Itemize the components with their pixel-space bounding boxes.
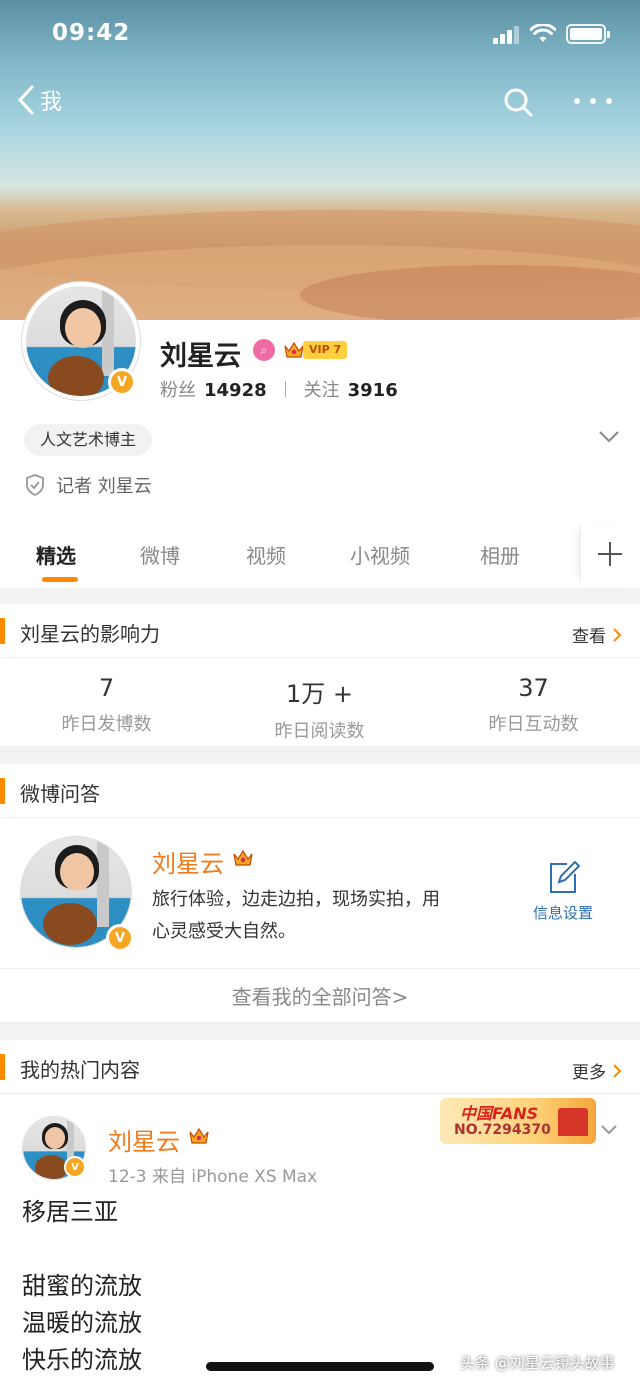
view-influence-link[interactable]: 查看 <box>572 622 622 647</box>
top-nav: 我 <box>0 80 640 124</box>
view-all-qa-link[interactable]: 查看我的全部问答> <box>0 968 640 1024</box>
card-title: 微博问答 <box>20 782 100 806</box>
metric-value: 37 <box>518 674 549 702</box>
card-header: 我的热门内容 更多 <box>0 1040 640 1094</box>
vip-badge[interactable]: VIP 7 <box>283 339 348 361</box>
post-line: 移居三亚 <box>22 1198 118 1226</box>
following-label: 关注 <box>303 380 340 401</box>
hot-post[interactable]: V 刘星云 12-3 来自 iPhone XS Max 中国FANS NO.72… <box>0 1094 640 1385</box>
hot-content-header-card: 我的热门内容 更多 <box>0 1040 640 1094</box>
gate-icon <box>558 1108 588 1136</box>
metric-label: 昨日互动数 <box>488 714 579 735</box>
following-count: 3916 <box>347 380 398 401</box>
crown-icon <box>189 1127 209 1144</box>
profile-name: 刘星云 <box>160 341 241 372</box>
wifi-icon <box>530 24 556 42</box>
search-icon[interactable]: ⌕ <box>253 339 275 361</box>
post-line <box>22 1231 142 1268</box>
status-time: 09:42 <box>52 20 131 46</box>
info-settings-button[interactable]: 信息设置 <box>528 860 598 923</box>
status-bar: 09:42 <box>0 0 640 70</box>
reporter-info: 记者 刘星云 <box>24 472 152 498</box>
profile-header: V 刘星云 ⌕ VIP 7 粉丝 14928 关注 3916 人文艺术博主 记者 刘… <box>0 282 640 588</box>
search-icon[interactable] <box>502 86 534 118</box>
card-header: 微博问答 <box>0 764 640 818</box>
followers-count: 14928 <box>204 380 267 401</box>
post-text: 移居三亚 甜蜜的流放 温暖的流放 快乐的流放 <box>22 1194 142 1379</box>
fans-badge-title: 中国FANS <box>460 1104 539 1123</box>
post-meta: 12-3 来自 iPhone XS Max <box>108 1167 318 1187</box>
blogger-tag[interactable]: 人文艺术博主 <box>24 424 153 456</box>
metric-interactions: 37 昨日互动数 <box>427 674 640 736</box>
reporter-label: 记者 刘星云 <box>56 476 152 497</box>
fans-badge-number: NO.7294370 <box>454 1122 551 1138</box>
tab-short-video[interactable]: 小视频 <box>350 540 410 569</box>
post-line: 温暖的流放 <box>22 1309 142 1337</box>
metric-reads: 1万 + 昨日阅读数 <box>213 674 426 743</box>
metric-label: 昨日阅读数 <box>274 721 365 742</box>
post-line: 甜蜜的流放 <box>22 1272 142 1300</box>
home-indicator[interactable] <box>206 1362 434 1371</box>
following-stat[interactable]: 关注 3916 <box>304 376 398 402</box>
post-line: 快乐的流放 <box>22 1346 142 1374</box>
shield-icon <box>26 474 44 497</box>
metric-label: 昨日发博数 <box>61 714 152 735</box>
qa-card: 微博问答 V 刘星云 旅行体验，边走边拍，现场实拍，用心灵感受大自然。 信息设置… <box>0 764 640 1022</box>
divider <box>284 381 286 397</box>
profile-cover: 09:42 我 <box>0 0 640 320</box>
verified-badge: V <box>64 1156 86 1178</box>
link-label: 查看 <box>572 627 606 647</box>
back-label: 我 <box>40 90 63 115</box>
add-tab-button[interactable] <box>580 524 640 584</box>
tab-album[interactable]: 相册 <box>480 540 520 569</box>
chevron-down-icon[interactable] <box>598 430 620 444</box>
followers-stat[interactable]: 粉丝 14928 <box>160 376 267 402</box>
more-hot-link[interactable]: 更多 <box>572 1058 622 1083</box>
tab-weibo[interactable]: 微博 <box>140 540 180 569</box>
follow-stats: 粉丝 14928 关注 3916 <box>160 376 398 402</box>
card-title: 我的热门内容 <box>20 1058 140 1082</box>
chevron-right-icon <box>613 627 622 642</box>
tab-featured[interactable]: 精选 <box>36 540 76 569</box>
chevron-right-icon <box>613 1063 622 1078</box>
followers-label: 粉丝 <box>160 380 196 401</box>
card-header: 刘星云的影响力 查看 <box>0 604 640 658</box>
watermark: 头条 @刘星云镜头故事 <box>460 1354 615 1372</box>
chevron-down-icon[interactable] <box>600 1124 618 1136</box>
verified-badge: V <box>108 368 136 396</box>
post-author-name[interactable]: 刘星云 <box>108 1122 180 1157</box>
verified-badge: V <box>106 924 134 952</box>
qa-description: 旅行体验，边走边拍，现场实拍，用心灵感受大自然。 <box>152 889 440 942</box>
link-label: 更多 <box>572 1063 606 1083</box>
tab-video[interactable]: 视频 <box>246 540 286 569</box>
card-title: 刘星云的影响力 <box>20 622 160 646</box>
accent-bar <box>0 778 5 804</box>
more-icon[interactable] <box>574 98 612 106</box>
edit-icon <box>550 860 581 893</box>
battery-icon <box>566 24 610 44</box>
active-tab-indicator <box>42 577 78 582</box>
metric-value: 1万 + <box>285 680 353 708</box>
profile-tabs: 精选 微博 视频 小视频 相册 <box>0 520 640 588</box>
back-button[interactable]: 我 <box>16 84 62 116</box>
qa-author-name[interactable]: 刘星云 <box>152 844 224 879</box>
crown-icon <box>284 341 304 358</box>
metric-posts: 7 昨日发博数 <box>0 674 213 736</box>
crown-icon <box>233 849 253 866</box>
fans-badge[interactable]: 中国FANS NO.7294370 <box>440 1098 596 1144</box>
vip-level: VIP 7 <box>303 341 348 359</box>
signal-icon <box>493 26 519 44</box>
influence-card: 刘星云的影响力 查看 7 昨日发博数 1万 + 昨日阅读数 37 昨日互动数 <box>0 604 640 746</box>
chevron-left-icon <box>17 85 34 115</box>
accent-bar <box>0 618 5 644</box>
accent-bar <box>0 1054 5 1080</box>
metric-value: 7 <box>98 674 115 702</box>
info-settings-label: 信息设置 <box>532 904 593 922</box>
